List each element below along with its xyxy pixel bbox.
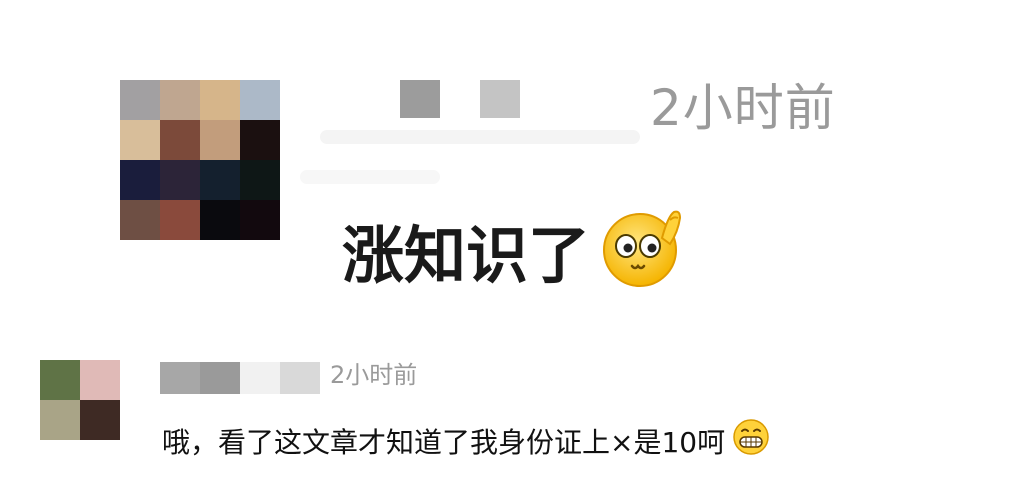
avatar-pixel bbox=[240, 80, 280, 120]
avatar-pixel bbox=[120, 160, 160, 200]
face-thinking-cute-emoji-icon bbox=[596, 198, 692, 313]
avatar-pixel bbox=[240, 160, 280, 200]
username-blur-block bbox=[240, 362, 280, 394]
comment-text-row: 哦，看了这文章才知道了我身份证上×是10呵 bbox=[162, 417, 771, 468]
timestamp: 2小时前 bbox=[330, 361, 418, 389]
avatar[interactable] bbox=[40, 360, 120, 440]
avatar-pixel bbox=[200, 80, 240, 120]
avatar-pixel bbox=[160, 120, 200, 160]
avatar-pixel bbox=[240, 120, 280, 160]
avatar-pixel bbox=[200, 160, 240, 200]
comment-text: 哦，看了这文章才知道了我身份证上×是10呵 bbox=[162, 425, 726, 459]
avatar-pixel bbox=[120, 120, 160, 160]
avatar-pixel bbox=[80, 360, 120, 400]
avatar-pixel bbox=[200, 120, 240, 160]
avatar-pixel bbox=[80, 400, 120, 440]
username-blur-block bbox=[400, 80, 440, 118]
avatar[interactable] bbox=[120, 80, 280, 240]
avatar-pixel bbox=[160, 200, 200, 240]
avatar-pixel bbox=[120, 80, 160, 120]
username-blurred[interactable] bbox=[160, 362, 320, 394]
avatar-pixel bbox=[200, 200, 240, 240]
username-blurred[interactable] bbox=[400, 80, 560, 118]
username-blur-block bbox=[280, 362, 320, 394]
comment-text-row: 涨知识了 bbox=[342, 198, 692, 313]
username-blur-block bbox=[200, 362, 240, 394]
comment-text: 涨知识了 bbox=[342, 218, 591, 292]
avatar-pixel bbox=[160, 160, 200, 200]
avatar-pixel bbox=[40, 360, 80, 400]
avatar-pixel bbox=[120, 200, 160, 240]
avatar-pixel bbox=[240, 200, 280, 240]
username-blur-block bbox=[160, 362, 200, 394]
avatar-pixel bbox=[40, 400, 80, 440]
timestamp: 2小时前 bbox=[650, 79, 836, 137]
avatar-pixel bbox=[160, 80, 200, 120]
faint-blur-line bbox=[320, 130, 640, 144]
faint-blur-line bbox=[300, 170, 440, 184]
username-blur-block bbox=[480, 80, 520, 118]
grinning-face-emoji-icon bbox=[731, 417, 771, 468]
